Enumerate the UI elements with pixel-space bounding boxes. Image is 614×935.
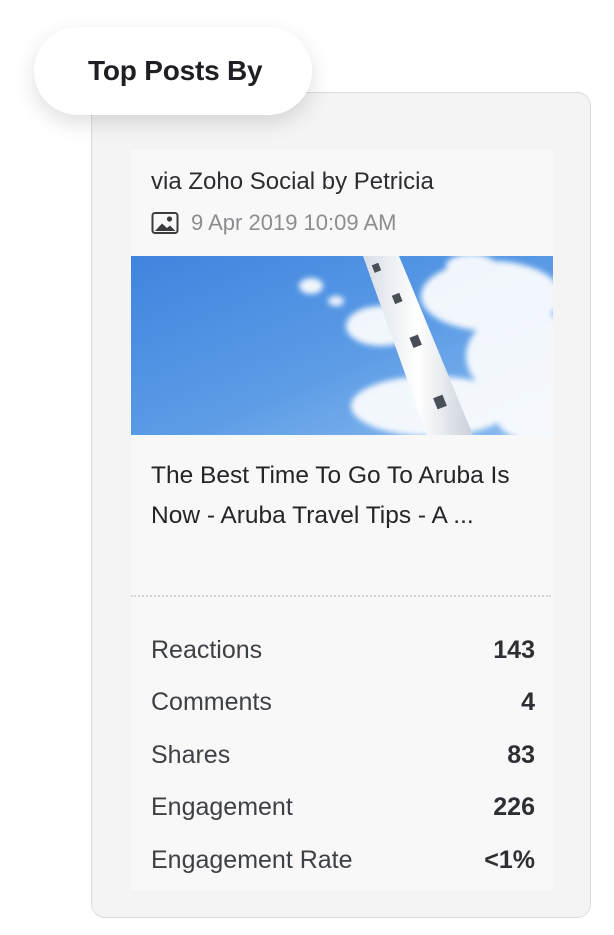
widget-header-pill[interactable]: Top Posts By [34,27,312,115]
stat-row-reactions: Reactions 143 [151,624,535,677]
stat-row-comments: Comments 4 [151,677,535,730]
stat-label: Reactions [151,635,263,664]
post-source: via Zoho Social by Petricia [151,168,434,195]
stat-label: Engagement [151,793,293,822]
top-posts-widget: Top Posts By via Zoho Social by Petricia… [0,0,614,935]
stat-value: 4 [521,688,535,717]
stat-row-engagement: Engagement 226 [151,782,535,835]
stat-value: <1% [484,845,535,874]
post-title[interactable]: The Best Time To Go To Aruba Is Now - Ar… [151,456,511,536]
stat-label: Shares [151,740,231,769]
post-date: 9 Apr 2019 10:09 AM [191,210,397,235]
post-image[interactable] [131,256,553,435]
post-stats: Reactions 143 Comments 4 Shares 83 Engag… [151,624,535,887]
post-preview[interactable]: via Zoho Social by Petricia 9 Apr 2019 1… [131,150,553,890]
post-meta: 9 Apr 2019 10:09 AM [151,210,397,236]
image-icon [151,211,179,235]
stat-label: Engagement Rate [151,845,353,874]
stat-value: 226 [493,793,535,822]
stat-value: 83 [507,740,535,769]
widget-title: Top Posts By [88,55,263,86]
divider [131,595,551,597]
stat-row-shares: Shares 83 [151,729,535,782]
stat-row-engagement-rate: Engagement Rate <1% [151,834,535,887]
stat-label: Comments [151,688,272,717]
stat-value: 143 [493,635,535,664]
